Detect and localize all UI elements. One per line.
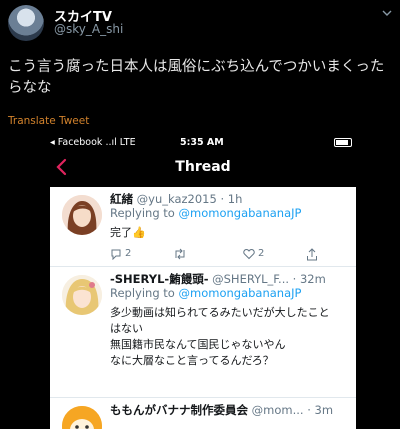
avatar-illustration (62, 195, 102, 235)
replying-handle-link[interactable]: @momongabananaJP (179, 206, 302, 220)
share-icon (307, 248, 317, 261)
reply-actions: 2 2 (110, 247, 340, 263)
author-meta: @SHERYL_F... · 32m (212, 272, 326, 286)
reply-icon (111, 249, 121, 260)
reply-text: 完了👍 (110, 226, 146, 239)
reply-text-line: はない (110, 322, 143, 335)
replying-prefix: Replying to (110, 206, 179, 220)
retweet-icon (175, 248, 185, 260)
reply-author: -SHERYL-鮪饅頭- @SHERYL_F... · 32m (110, 271, 326, 287)
thread-replies: 紅緒 @yu_kaz2015 · 1h Replying to @momonga… (50, 187, 356, 429)
tweet-text: こう言う腐った日本人は風俗にぶち込んでつかいまくったらなな (8, 59, 385, 96)
replying-handle-link[interactable]: @momongabananaJP (179, 286, 302, 300)
tweet-header: スカイTV @sky_A_shi (0, 0, 400, 50)
reply-count: 2 (125, 248, 132, 259)
author-name[interactable]: ももんがバナナ制作委員会 (110, 403, 248, 417)
replying-to: Replying to @momongabananaJP (110, 206, 301, 220)
translate-tweet-link[interactable]: Translate Tweet (8, 115, 89, 127)
avatar-illustration (62, 406, 102, 429)
reply-author: ももんがバナナ制作委員会 @mom... · 3m (110, 402, 333, 418)
avatar[interactable] (8, 5, 44, 41)
reply-text: 多少動画は知られてるみたいだが大したこと はない 無国籍市民なんて国民じゃないや… (110, 305, 346, 369)
heart-icon (243, 248, 255, 260)
author-name[interactable]: 紅緒 (110, 192, 133, 206)
user-handle[interactable]: @sky_A_shi (54, 22, 123, 36)
reply-text-line: なに大層なこと言ってるんだろ？ (110, 354, 274, 367)
avatar[interactable] (62, 195, 102, 235)
battery-icon (334, 138, 352, 147)
embedded-screenshot[interactable]: ◂ Facebook ..ıl LTE 5:35 AM Thread 紅緒 @y… (50, 132, 356, 429)
reply-text-line: 無国籍市民なんて国民じゃないやん (110, 338, 286, 351)
replying-to: Replying to @momongabananaJP (110, 286, 301, 300)
reply-item[interactable]: 紅緒 @yu_kaz2015 · 1h Replying to @momonga… (50, 187, 356, 266)
reply-author: 紅緒 @yu_kaz2015 · 1h (110, 191, 242, 207)
status-bar: ◂ Facebook ..ıl LTE 5:35 AM (50, 132, 356, 152)
avatar-illustration (62, 275, 102, 315)
carrier-label: ◂ Facebook ..ıl LTE (50, 137, 136, 148)
reply-item[interactable]: -SHERYL-鮪饅頭- @SHERYL_F... · 32m Replying… (50, 267, 356, 397)
chevron-down-icon[interactable] (382, 8, 392, 18)
page-title: Thread (175, 159, 231, 175)
avatar[interactable] (62, 406, 102, 429)
reply-text-line: 多少動画は知られてるみたいだが大したこと (110, 306, 330, 319)
author-name[interactable]: -SHERYL-鮪饅頭- (110, 272, 208, 286)
avatar[interactable] (62, 275, 102, 315)
status-time: 5:35 AM (180, 137, 224, 148)
like-count: 2 (258, 248, 265, 259)
author-meta: @yu_kaz2015 · 1h (136, 192, 243, 206)
reply-item[interactable]: ももんがバナナ制作委員会 @mom... · 3m (50, 398, 356, 429)
replying-prefix: Replying to (110, 286, 179, 300)
thread-nav: Thread (50, 156, 356, 182)
author-meta: @mom... · 3m (251, 403, 334, 417)
